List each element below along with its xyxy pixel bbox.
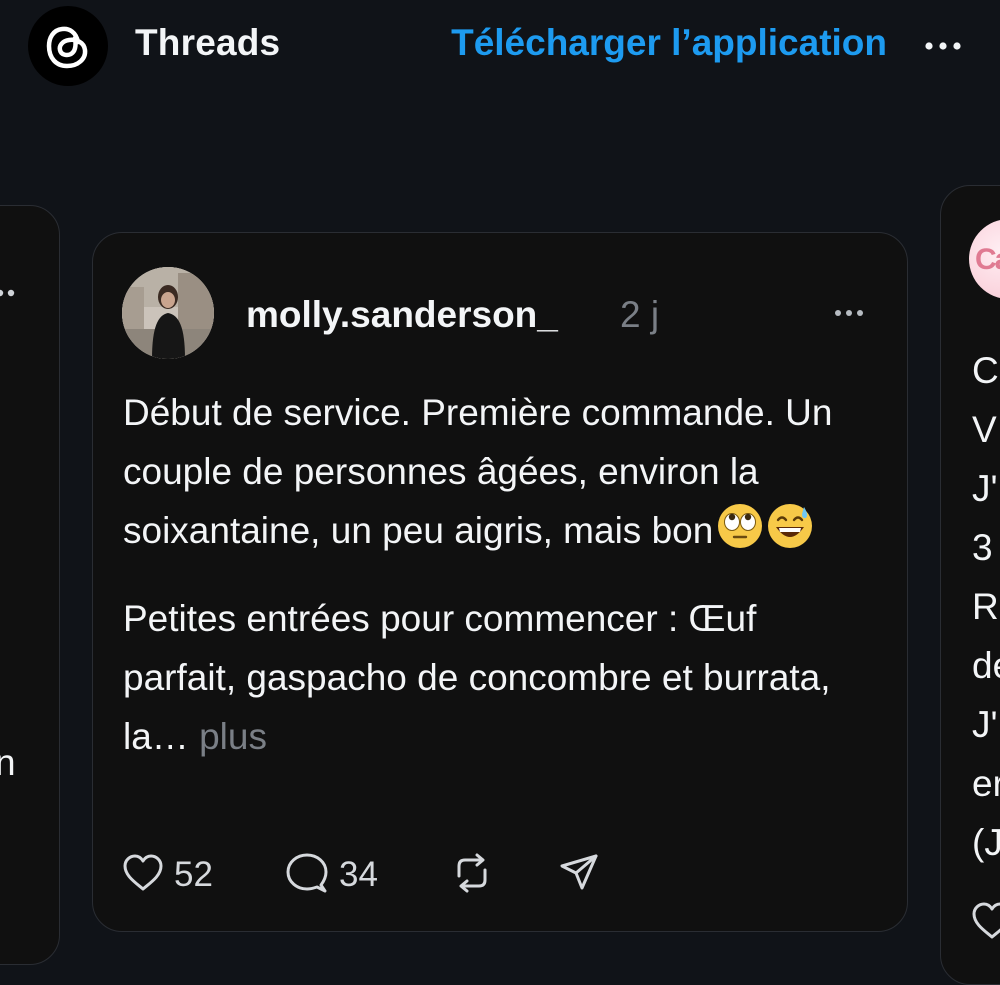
text-line: (J xyxy=(972,822,1000,863)
read-more-link[interactable]: plus xyxy=(199,716,267,757)
share-button[interactable] xyxy=(558,853,600,897)
text-line: V xyxy=(972,409,997,450)
post-body: Début de service. Première commande. Un … xyxy=(123,383,863,766)
like-button[interactable]: 52 xyxy=(122,853,213,897)
next-post-card[interactable]: Ca C V J' 3 Re de J' er (J xyxy=(940,185,1000,985)
share-icon xyxy=(558,852,600,899)
post-timestamp: 2 j xyxy=(620,294,660,335)
more-post-icon[interactable] xyxy=(0,286,26,305)
avatar[interactable] xyxy=(122,267,214,359)
previous-post-card[interactable]: n xyxy=(0,205,60,965)
avatar-logo-text: Ca xyxy=(975,243,1000,276)
download-app-link[interactable]: Télécharger l’application xyxy=(451,22,887,64)
reply-button[interactable]: 34 xyxy=(285,853,378,897)
previous-post-text: n xyxy=(0,742,16,784)
reply-count: 34 xyxy=(339,855,378,894)
face-with-rolling-eyes-emoji xyxy=(717,503,763,566)
more-horizontal-icon[interactable] xyxy=(829,301,873,325)
text-line: Re xyxy=(972,586,1000,627)
top-bar: Threads Télécharger l’application xyxy=(0,0,1000,92)
text-line: J' xyxy=(972,704,998,745)
text-line: 3 xyxy=(972,527,993,568)
text-line: er xyxy=(972,763,1000,804)
avatar[interactable]: Ca xyxy=(969,219,1000,299)
post-paragraph: Début de service. Première commande. Un … xyxy=(123,383,863,566)
post-paragraph: Petites entrées pour commencer : Œuf par… xyxy=(123,589,863,766)
text-line: de xyxy=(972,645,1000,686)
text-line: J' xyxy=(972,468,998,509)
next-post-text: C V J' 3 Re de J' er (J xyxy=(972,341,1000,872)
heart-icon xyxy=(122,853,164,898)
heart-icon[interactable] xyxy=(971,901,1000,946)
repost-icon xyxy=(450,852,494,899)
post-username[interactable]: molly.sanderson_ xyxy=(246,294,558,336)
text-line: C xyxy=(972,350,999,391)
comment-icon xyxy=(285,852,329,899)
repost-button[interactable] xyxy=(450,853,494,897)
app-title: Threads xyxy=(135,22,281,63)
like-count: 52 xyxy=(174,855,213,894)
grinning-face-with-sweat-emoji xyxy=(767,503,813,566)
post-card[interactable]: molly.sanderson_ 2 j Début de service. P… xyxy=(92,232,908,932)
more-horizontal-icon[interactable] xyxy=(918,28,968,64)
threads-logo-icon[interactable] xyxy=(28,6,108,86)
